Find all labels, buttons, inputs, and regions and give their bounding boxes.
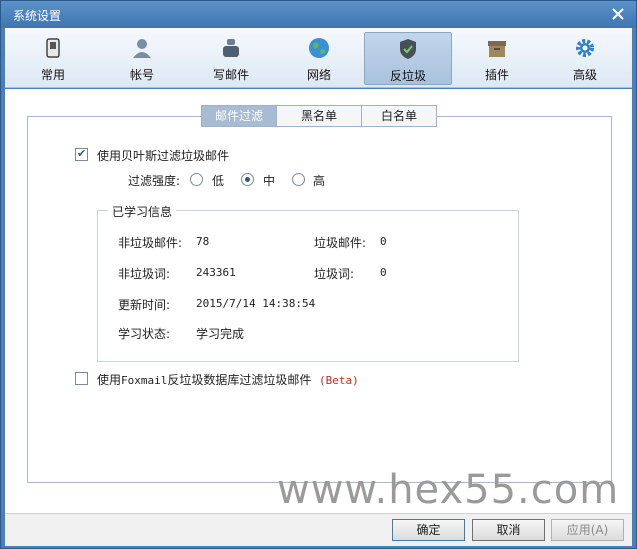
learned-info-title: 已学习信息 — [108, 203, 177, 220]
learned-info-group: 已学习信息 非垃圾邮件: 78 垃圾邮件: 0 非垃圾词: 243361 垃圾词… — [97, 203, 519, 362]
foxmail-db-label-brand: Foxmail — [121, 374, 168, 387]
settings-content: 邮件过滤 黑名单 白名单 ✔ 使用贝叶斯过滤垃圾邮件 过滤强度: 低 中 高 已… — [5, 89, 632, 513]
spam-mail-label: 垃圾邮件: — [314, 236, 367, 250]
spam-word-label: 垃圾词: — [314, 267, 355, 281]
toolbar-label: 插件 — [484, 68, 509, 82]
foxmail-db-label-prefix: 使用 — [97, 373, 122, 387]
toolbar-item-plugins[interactable]: 插件 — [453, 32, 541, 85]
subtab-whitelist[interactable]: 白名单 — [361, 105, 438, 127]
strength-radio-high[interactable] — [292, 173, 305, 186]
learn-status-label: 学习状态: — [118, 327, 171, 341]
inkwell-icon — [219, 36, 243, 60]
user-icon — [130, 36, 154, 60]
toolbar-item-account[interactable]: 帐号 — [98, 32, 186, 85]
shield-icon — [396, 37, 420, 61]
toolbar-item-compose[interactable]: 写邮件 — [187, 32, 275, 85]
toolbar-label: 写邮件 — [212, 68, 249, 82]
cancel-button[interactable]: 取消 — [472, 519, 545, 541]
toolbar-label: 反垃圾 — [389, 69, 426, 83]
apply-button[interactable]: 应用(A) — [551, 519, 624, 541]
update-time-value: 2015/7/14 14:38:54 — [196, 297, 316, 310]
foxmail-db-label: 使用Foxmail反垃圾数据库过滤垃圾邮件 (Beta) — [97, 371, 359, 388]
strength-option-low: 低 — [212, 174, 225, 188]
watermark: www.hex55.com — [277, 467, 620, 513]
strength-label: 过滤强度: — [128, 174, 181, 188]
phone-icon — [41, 36, 65, 60]
subtab-blacklist[interactable]: 黑名单 — [276, 105, 363, 127]
strength-option-medium: 中 — [263, 174, 276, 188]
checkmark-icon: ✔ — [77, 147, 87, 160]
settings-window: 系统设置 常用 帐号 写邮件 网络 反垃圾 插件 高级 邮件过滤 黑名单 白名单… — [0, 0, 637, 549]
strength-option-high: 高 — [313, 174, 326, 188]
nonspam-mail-value: 78 — [196, 235, 210, 248]
toolbar-label: 帐号 — [129, 68, 154, 82]
window-title: 系统设置 — [13, 9, 62, 23]
dialog-footer: 确定 取消 应用(A) — [5, 513, 632, 546]
box-icon — [485, 36, 509, 60]
learn-status-value: 学习完成 — [196, 327, 245, 341]
bayes-checkbox[interactable]: ✔ — [75, 147, 88, 161]
nonspam-word-label: 非垃圾词: — [118, 267, 171, 281]
toolbar-label: 常用 — [40, 68, 65, 82]
toolbar-item-advanced[interactable]: 高级 — [541, 32, 629, 85]
strength-radio-low[interactable] — [190, 173, 203, 186]
bayes-label: 使用贝叶斯过滤垃圾邮件 — [97, 149, 230, 163]
category-toolbar: 常用 帐号 写邮件 网络 反垃圾 插件 高级 — [5, 28, 632, 88]
toolbar-label: 高级 — [572, 68, 597, 82]
toolbar-item-general[interactable]: 常用 — [9, 32, 97, 85]
ok-button[interactable]: 确定 — [392, 519, 465, 541]
nonspam-word-value: 243361 — [196, 266, 236, 279]
gear-icon — [573, 36, 597, 60]
subtab-bar: 邮件过滤 黑名单 白名单 — [201, 105, 438, 127]
toolbar-item-network[interactable]: 网络 — [275, 32, 363, 85]
titlebar[interactable]: 系统设置 — [1, 1, 636, 28]
toolbar-item-antispam[interactable]: 反垃圾 — [364, 32, 452, 85]
nonspam-mail-label: 非垃圾邮件: — [118, 236, 183, 250]
foxmail-db-checkbox[interactable] — [75, 372, 88, 385]
update-time-label: 更新时间: — [118, 298, 171, 312]
subtab-mail-filter[interactable]: 邮件过滤 — [201, 105, 278, 127]
toolbar-label: 网络 — [306, 68, 331, 82]
radio-selected-dot — [245, 177, 250, 182]
strength-radio-medium[interactable] — [241, 173, 254, 186]
foxmail-db-label-suffix: 反垃圾数据库过滤垃圾邮件 — [167, 373, 312, 387]
spam-word-value: 0 — [380, 266, 387, 279]
globe-icon — [307, 36, 331, 60]
beta-badge: (Beta) — [319, 374, 359, 387]
close-icon[interactable] — [610, 6, 626, 22]
spam-mail-value: 0 — [380, 235, 387, 248]
